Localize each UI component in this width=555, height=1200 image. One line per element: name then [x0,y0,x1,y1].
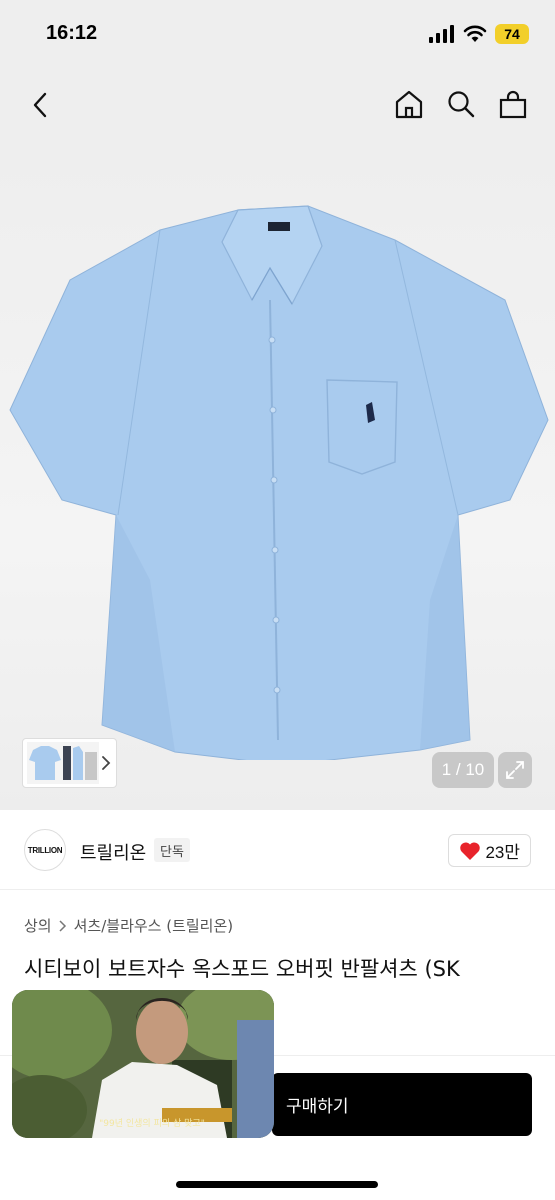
heart-icon [460,841,481,860]
exclusive-badge: 단독 [154,838,190,862]
like-button[interactable]: 23만 [448,834,531,867]
home-icon [395,90,423,119]
wifi-icon [463,25,487,42]
like-count: 23만 [485,843,520,862]
chevron-right-icon [102,756,111,770]
thumbnail-strip[interactable] [22,738,117,788]
breadcrumb: 상의 셔츠/블라우스 (트릴리온) [24,915,233,936]
back-button[interactable] [26,90,56,120]
buy-button[interactable]: 구매하기 [272,1073,532,1136]
product-shirt-image [9,205,549,760]
brand-logo[interactable]: TRILLION [24,829,66,871]
home-indicator [176,1181,378,1188]
status-icons: 74 [429,24,529,44]
battery-indicator: 74 [495,24,529,44]
back-icon [33,92,47,118]
product-image-gallery[interactable]: 1 / 10 [0,140,555,810]
brand-name[interactable]: 트릴리온 [80,839,146,865]
breadcrumb-category[interactable]: 상의 [24,915,52,936]
chevron-right-icon [59,919,66,932]
expand-button[interactable] [498,752,532,788]
breadcrumb-subcategory[interactable]: 셔츠/블라우스 (트릴리온) [74,915,234,936]
status-time: 16:12 [46,22,98,44]
nav-actions [393,88,529,120]
floating-video-player[interactable]: "99년 인생의 피의 삼 맞고" [12,990,274,1138]
signal-icon [429,25,454,43]
brand-logo-text: TRILLION [27,845,63,855]
video-frame: "99년 인생의 피의 삼 맞고" [12,990,274,1138]
bag-icon [499,90,527,119]
search-icon [448,91,475,118]
status-bar: 16:12 74 [0,0,555,70]
thumbnail-image [27,742,99,784]
nav-bar [0,70,555,140]
home-button[interactable] [393,88,425,120]
image-counter: 1 / 10 [432,752,494,788]
product-title: 시티보이 보트자수 옥스포드 오버핏 반팔셔츠 (SK [24,957,460,981]
search-button[interactable] [445,88,477,120]
cart-button[interactable] [497,88,529,120]
expand-icon [506,761,524,779]
video-caption: "99년 인생의 피의 삼 맞고" [99,1117,205,1129]
brand-row: TRILLION 트릴리온 단독 23만 [0,810,555,890]
